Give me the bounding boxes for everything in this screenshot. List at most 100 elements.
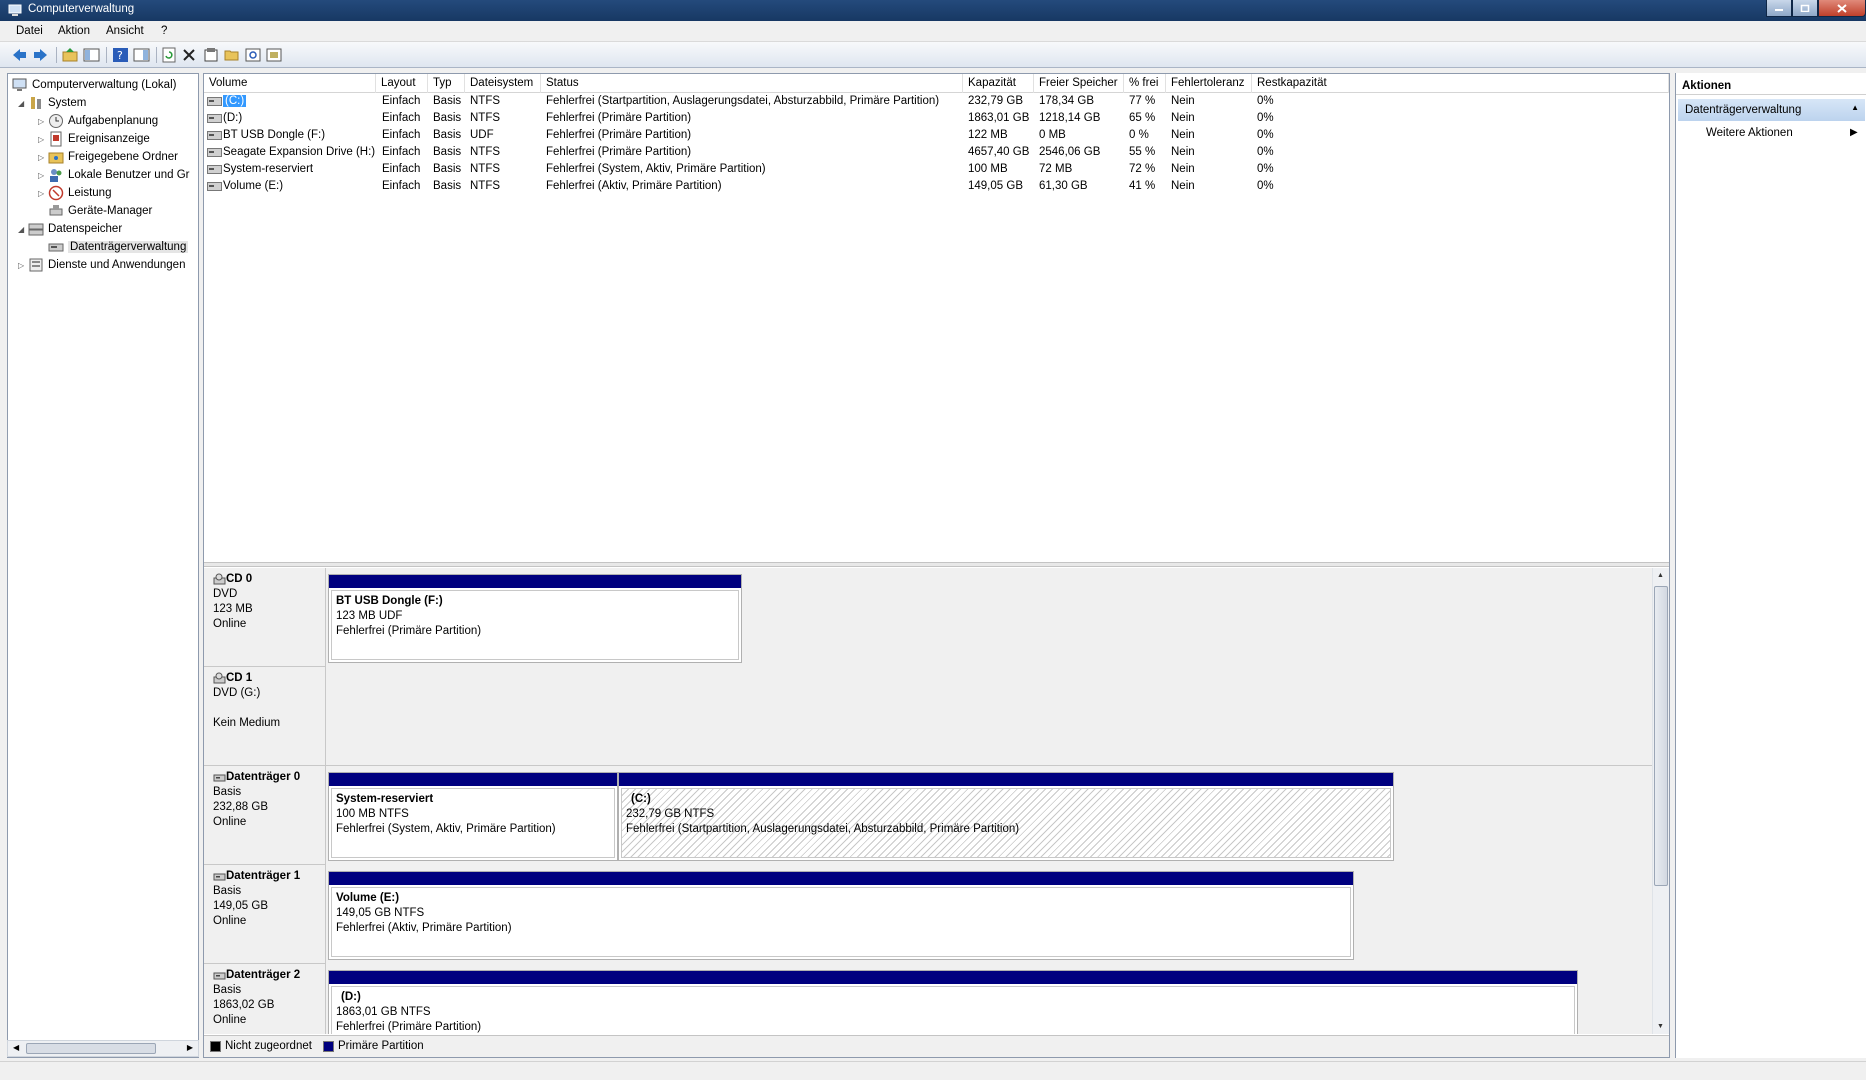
- disk-label-datentraeger-0[interactable]: Datenträger 0 Basis 232,88 GB Online: [204, 766, 326, 865]
- pane-splitter[interactable]: [204, 562, 1669, 567]
- open-folder-icon[interactable]: [224, 47, 241, 63]
- scrollbar-thumb[interactable]: [1654, 586, 1668, 886]
- tree-node-lokale-benutzer[interactable]: ▷ Lokale Benutzer und Gr: [38, 166, 189, 184]
- layout-cell: Einfach: [382, 146, 421, 158]
- tree-node-system[interactable]: ◢ System: [18, 94, 86, 112]
- column-header-volume[interactable]: Volume: [204, 74, 376, 93]
- back-icon[interactable]: [11, 47, 28, 63]
- restkapazitaet-cell: 0%: [1257, 146, 1274, 158]
- disk-label-datentraeger-2[interactable]: Datenträger 2 Basis 1863,02 GB Online: [204, 964, 326, 1034]
- partition-c[interactable]: (C:) 232,79 GB NTFS Fehlerfrei (Startpar…: [618, 772, 1394, 861]
- search-icon[interactable]: [245, 47, 262, 63]
- tree-node-geraete-manager[interactable]: Geräte-Manager: [48, 202, 152, 220]
- prozent-frei-cell: 72 %: [1129, 163, 1156, 175]
- fehlertoleranz-cell: Nein: [1171, 180, 1195, 192]
- help-icon[interactable]: ?: [112, 47, 129, 63]
- volume-row[interactable]: Volume (E:) Einfach Basis NTFS Fehlerfrei (A…: [204, 178, 1669, 195]
- volume-row[interactable]: Seagate Expansion Drive (H:) Einfach Basis…: [204, 144, 1669, 161]
- volume-icon: [207, 148, 222, 157]
- expand-icon[interactable]: ▷: [38, 171, 48, 180]
- partition-d[interactable]: (D:) 1863,01 GB NTFS Fehlerfrei (Primäre…: [328, 970, 1578, 1034]
- menu-aktion[interactable]: Aktion: [58, 25, 90, 37]
- tree-label: Datenträgerverwaltung: [68, 241, 189, 253]
- settings-icon[interactable]: [266, 47, 283, 63]
- tree-node-dienste[interactable]: ▷ Dienste und Anwendungen: [18, 256, 185, 274]
- forward-icon[interactable]: [32, 47, 49, 63]
- column-header-kapazitaet[interactable]: Kapazität: [963, 74, 1034, 93]
- performance-icon: [48, 185, 64, 201]
- column-header-freier-speicher[interactable]: Freier Speicher: [1034, 74, 1124, 93]
- collapse-up-icon[interactable]: ▲: [1851, 103, 1859, 112]
- partition-size: 123 MB UDF: [336, 610, 403, 622]
- disk-state: Kein Medium: [213, 717, 281, 729]
- expand-icon[interactable]: ▷: [38, 189, 48, 198]
- status-cell: Fehlerfrei (System, Aktiv, Primäre Parti…: [546, 163, 766, 175]
- column-header-restkapazitaet[interactable]: Restkapazität: [1252, 74, 1669, 93]
- tree-label: Leistung: [68, 187, 112, 199]
- maximize-button[interactable]: [1792, 0, 1818, 17]
- tree-node-datentraegerverwaltung[interactable]: Datenträgerverwaltung: [48, 238, 189, 256]
- column-header-prozent-frei[interactable]: % frei: [1124, 74, 1166, 93]
- tree-node-computerverwaltung[interactable]: Computerverwaltung (Lokal): [12, 76, 176, 94]
- minimize-button[interactable]: [1766, 0, 1792, 17]
- shared-folder-icon: [48, 152, 64, 164]
- volume-row[interactable]: BT USB Dongle (F:) Einfach Basis UDF Fehlerf…: [204, 127, 1669, 144]
- partition-bt-usb-dongle[interactable]: BT USB Dongle (F:) 123 MB UDF Fehlerfrei…: [328, 574, 742, 663]
- disk-label-datentraeger-1[interactable]: Datenträger 1 Basis 149,05 GB Online: [204, 865, 326, 964]
- up-folder-icon[interactable]: [62, 47, 79, 63]
- show-hide-action-pane-icon[interactable]: [133, 47, 150, 63]
- expand-icon[interactable]: ▷: [38, 135, 48, 144]
- disk-label-cd1[interactable]: CD 1 DVD (G:) Kein Medium: [204, 667, 326, 766]
- column-header-layout[interactable]: Layout: [376, 74, 428, 93]
- disk-type: Basis: [213, 786, 242, 798]
- column-header-dateisystem[interactable]: Dateisystem: [465, 74, 541, 93]
- menu-bar: Datei Aktion Ansicht ?: [0, 21, 1866, 42]
- tree-horizontal-scrollbar[interactable]: ◀ ▶: [7, 1040, 199, 1057]
- tree-node-leistung[interactable]: ▷ Leistung: [38, 184, 111, 202]
- properties-icon[interactable]: [203, 47, 220, 63]
- disk-label-cd0[interactable]: CD 0 DVD 123 MB Online: [204, 568, 326, 667]
- scroll-right-icon[interactable]: ▶: [187, 1043, 193, 1052]
- column-header-status[interactable]: Status: [541, 74, 963, 93]
- title-bar: Computerverwaltung: [0, 0, 1866, 21]
- tree-node-freigegebene-ordner[interactable]: ▷ Freigegebene Ordner: [38, 148, 178, 166]
- tree-node-datenspeicher[interactable]: ◢ Datenspeicher: [18, 220, 122, 238]
- layout-cell: Einfach: [382, 95, 421, 107]
- collapse-icon[interactable]: ◢: [18, 225, 28, 234]
- expand-icon[interactable]: ▷: [38, 153, 48, 162]
- show-hide-tree-icon[interactable]: [83, 47, 100, 63]
- menu-ansicht[interactable]: Ansicht: [106, 25, 144, 37]
- legend-bar: Nicht zugeordnet Primäre Partition: [204, 1035, 1669, 1057]
- disk-view-vertical-scrollbar[interactable]: ▲ ▼: [1652, 568, 1669, 1034]
- typ-cell: Basis: [433, 95, 462, 107]
- scrollbar-thumb[interactable]: [26, 1043, 156, 1054]
- tree-node-ereignisanzeige[interactable]: ▷ Ereignisanzeige: [38, 130, 150, 148]
- partition-system-reserviert[interactable]: System-reserviert 100 MB NTFS Fehlerfrei…: [328, 772, 618, 861]
- volume-icon: [207, 182, 222, 191]
- action-weitere-aktionen[interactable]: Weitere Aktionen ▶: [1706, 127, 1858, 139]
- actions-section-datentraegerverwaltung[interactable]: Datenträgerverwaltung ▲: [1678, 99, 1865, 121]
- partition-volume-e[interactable]: Volume (E:) 149,05 GB NTFS Fehlerfrei (A…: [328, 871, 1354, 960]
- menu-help[interactable]: ?: [161, 25, 167, 37]
- scroll-left-icon[interactable]: ◀: [13, 1043, 19, 1052]
- disk-state: Online: [213, 816, 247, 828]
- delete-icon[interactable]: [181, 47, 198, 63]
- status-cell: Fehlerfrei (Startpartition, Auslagerungs…: [546, 95, 940, 107]
- volume-row[interactable]: (C:) Einfach Basis NTFS Fehlerfrei (Startpar…: [204, 93, 1669, 110]
- scroll-up-icon[interactable]: ▲: [1657, 572, 1664, 579]
- menu-datei[interactable]: Datei: [16, 25, 43, 37]
- column-header-typ[interactable]: Typ: [428, 74, 465, 93]
- close-button[interactable]: [1818, 0, 1866, 17]
- services-icon: [29, 258, 43, 272]
- expand-icon[interactable]: ▷: [18, 261, 28, 270]
- partition-size: 1863,01 GB NTFS: [336, 1006, 431, 1018]
- expand-icon[interactable]: ▷: [38, 117, 48, 126]
- kapazitaet-cell: 4657,40 GB: [968, 146, 1030, 158]
- volume-row[interactable]: System-reserviert Einfach Basis NTFS Fehlerf…: [204, 161, 1669, 178]
- column-header-fehlertoleranz[interactable]: Fehlertoleranz: [1166, 74, 1252, 93]
- refresh-icon[interactable]: [161, 47, 178, 63]
- collapse-icon[interactable]: ◢: [18, 99, 28, 108]
- volume-row[interactable]: (D:) Einfach Basis NTFS Fehlerfrei (Primäre …: [204, 110, 1669, 127]
- scroll-down-icon[interactable]: ▼: [1657, 1023, 1664, 1030]
- tree-node-aufgabenplanung[interactable]: ▷ Aufgabenplanung: [38, 112, 158, 130]
